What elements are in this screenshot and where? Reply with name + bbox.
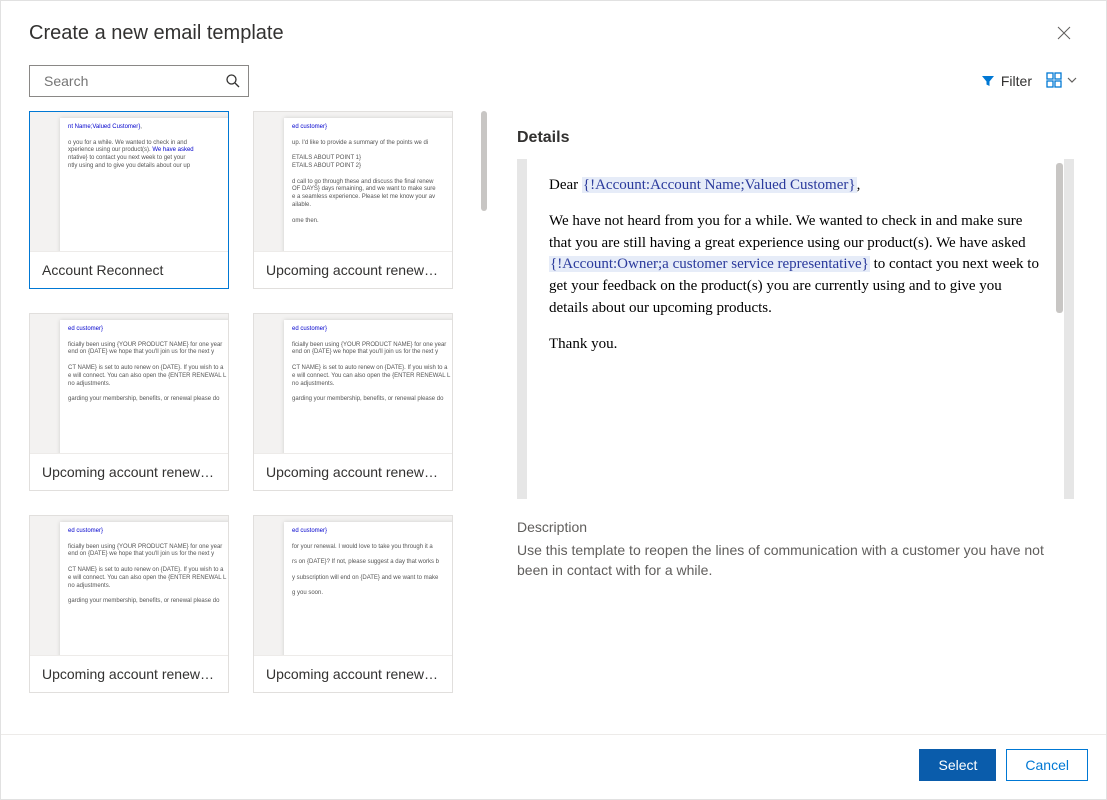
merge-field: {!Account:Account Name;Valued Customer} [582,177,857,193]
main: nt Name;Valued Customer},o you for a whi… [1,111,1106,734]
template-card[interactable]: ed customer}ficially been using {YOUR PR… [29,313,229,491]
close-button[interactable] [1050,19,1078,47]
filter-icon [981,74,995,88]
view-toggle[interactable] [1046,72,1078,91]
dialog-footer: Select Cancel [1,734,1106,799]
template-label: Upcoming account renewa... [30,656,228,692]
preview-text: Dear [549,177,582,193]
preview-body: We have not heard from you for a while. … [549,211,1042,320]
template-label: Upcoming account renewa... [254,252,452,288]
preview-text: , [857,177,861,193]
template-card[interactable]: ed customer}ficially been using {YOUR PR… [253,313,453,491]
description-text: Use this template to reopen the lines of… [517,541,1074,580]
template-label: Account Reconnect [30,252,228,288]
template-grid: nt Name;Valued Customer},o you for a whi… [29,111,493,713]
preview-box: Dear {!Account:Account Name;Valued Custo… [517,159,1074,499]
template-thumbnail: nt Name;Valued Customer},o you for a whi… [30,112,228,252]
template-card[interactable]: nt Name;Valued Customer},o you for a whi… [29,111,229,289]
template-list-pane: nt Name;Valued Customer},o you for a whi… [1,111,493,734]
template-thumbnail: ed customer}ficially been using {YOUR PR… [254,314,452,454]
close-icon [1057,26,1071,40]
search-input[interactable] [44,73,225,89]
toolbar: Filter [1,59,1106,111]
preview-closing: Thank you. [549,334,1042,356]
search-box[interactable] [29,65,249,97]
grid-view-icon [1046,72,1062,91]
select-button[interactable]: Select [919,749,996,781]
dialog: Create a new email template Filter [0,0,1107,800]
preview-scrollbar[interactable] [1056,163,1063,313]
template-card[interactable]: ed customer}up. I'd like to provide a su… [253,111,453,289]
preview-content: Dear {!Account:Account Name;Valued Custo… [527,159,1064,499]
template-label: Upcoming account renewa... [30,454,228,490]
preview-text: We have not heard from you for a while. … [549,213,1026,251]
filter-label: Filter [1001,73,1032,89]
merge-field: {!Account:Owner;a customer service repre… [549,256,870,272]
cancel-button[interactable]: Cancel [1006,749,1088,781]
template-label: Upcoming account renewa... [254,656,452,692]
details-heading: Details [517,129,1074,147]
template-thumbnail: ed customer}ficially been using {YOUR PR… [30,516,228,656]
dialog-header: Create a new email template [1,1,1106,59]
template-thumbnail: ed customer}up. I'd like to provide a su… [254,112,452,252]
template-label: Upcoming account renewa... [254,454,452,490]
details-pane: Details Dear {!Account:Account Name;Valu… [493,111,1106,734]
toolbar-right: Filter [981,72,1078,91]
template-card[interactable]: ed customer}ficially been using {YOUR PR… [29,515,229,693]
chevron-down-icon [1066,73,1078,89]
template-card[interactable]: ed customer}for your renewal. I would lo… [253,515,453,693]
dialog-title: Create a new email template [29,22,284,45]
filter-button[interactable]: Filter [981,73,1032,89]
search-icon [225,73,241,89]
template-thumbnail: ed customer}for your renewal. I would lo… [254,516,452,656]
description-label: Description [517,519,1074,535]
preview-greeting: Dear {!Account:Account Name;Valued Custo… [549,175,1042,197]
scrollbar[interactable] [481,111,487,211]
template-thumbnail: ed customer}ficially been using {YOUR PR… [30,314,228,454]
